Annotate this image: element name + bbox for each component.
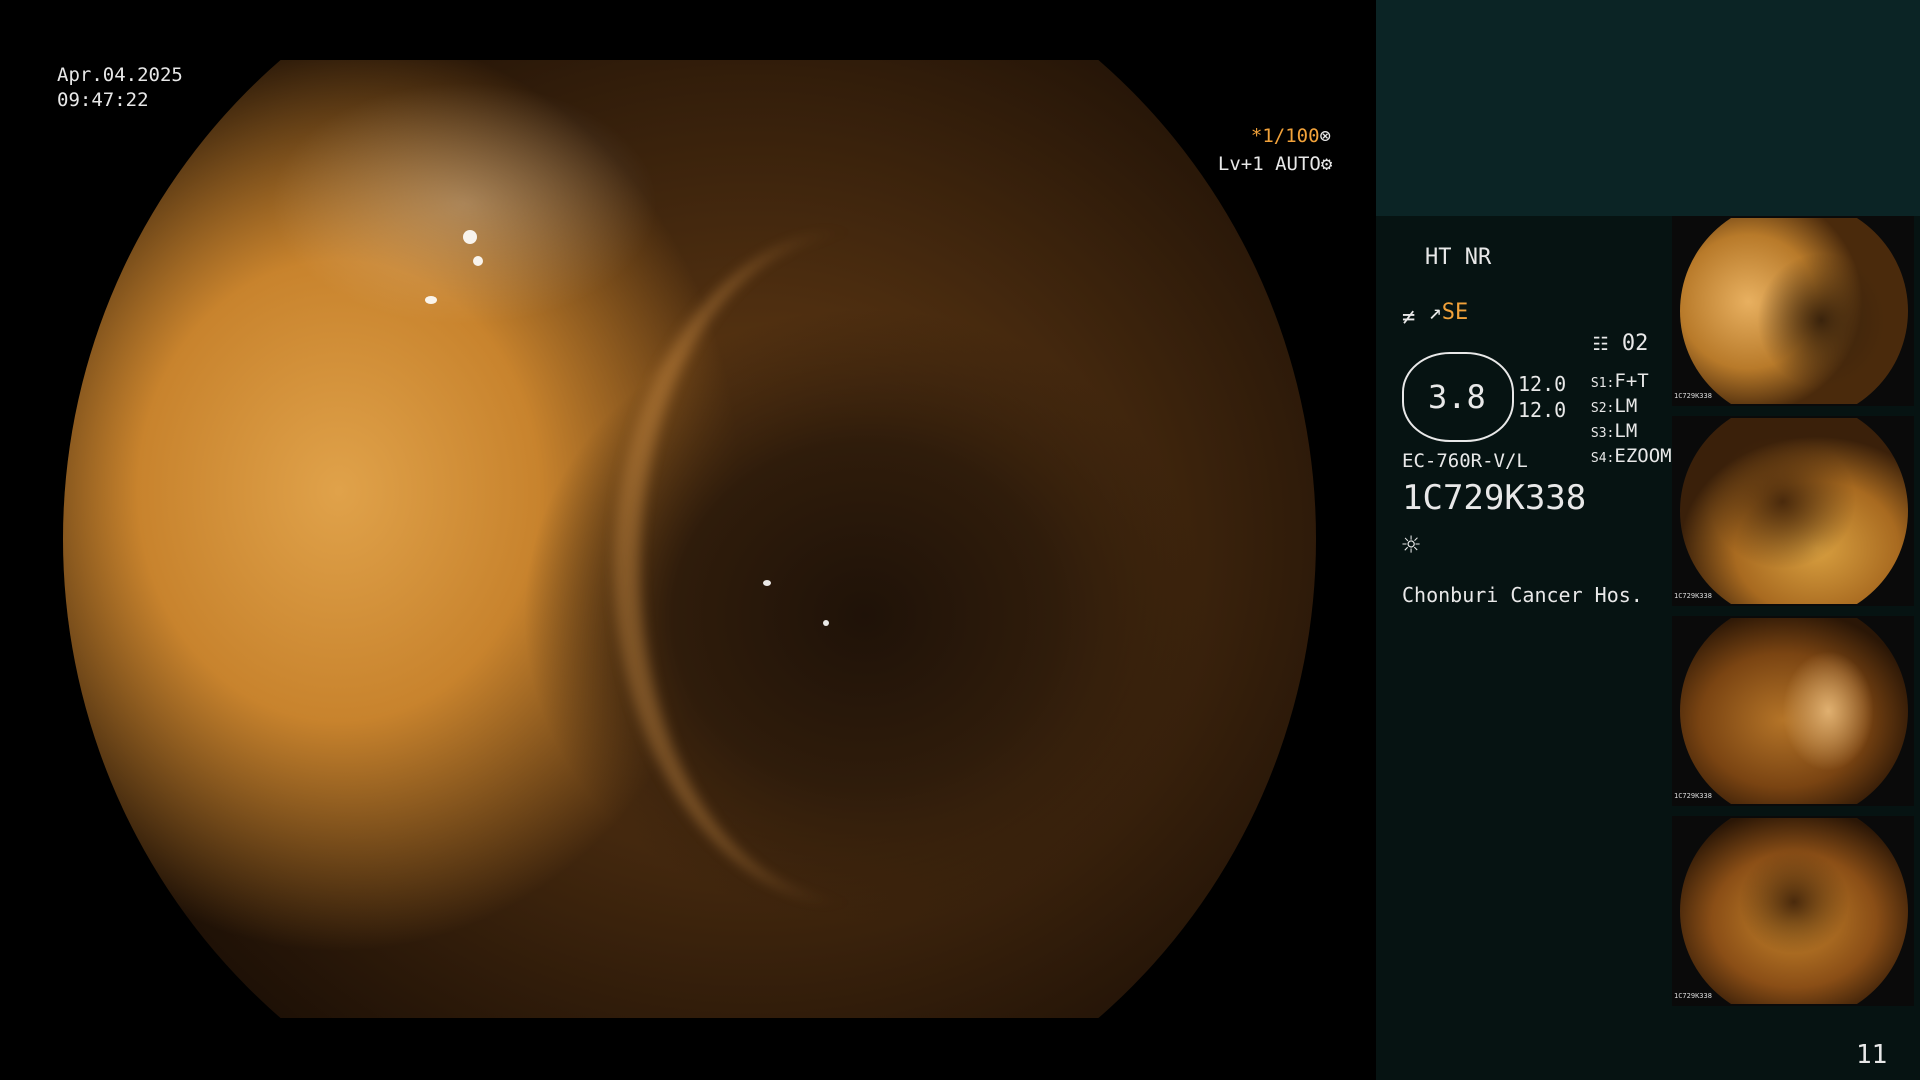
scope-serial: 1C729K338 bbox=[1402, 478, 1587, 518]
glint bbox=[823, 620, 829, 626]
thumbnail-label: 1C729K338 bbox=[1674, 992, 1712, 1000]
glint bbox=[463, 230, 477, 244]
thumbnail[interactable]: 1C729K338 bbox=[1672, 816, 1914, 1006]
level-text: Lv+1 AUTO bbox=[1217, 153, 1321, 175]
endoscope-view bbox=[63, 60, 1316, 1018]
setting-s4: S4:EZOOM bbox=[1568, 423, 1672, 467]
glint bbox=[473, 256, 483, 266]
zoom-value: 3.8 bbox=[1428, 378, 1486, 416]
thumbnail-image bbox=[1680, 218, 1908, 404]
light-icon: ☼ bbox=[1402, 528, 1421, 563]
gear-icon: ⚙ bbox=[1320, 153, 1333, 175]
s4-label: S4: bbox=[1590, 451, 1615, 466]
mucosa-fold bbox=[614, 232, 1091, 904]
thumbnail[interactable]: 1C729K338 bbox=[1672, 616, 1914, 806]
time-label: 09:47:22 bbox=[57, 89, 149, 111]
glint bbox=[763, 580, 771, 586]
thumbnail-label: 1C729K338 bbox=[1674, 392, 1712, 400]
scope-model: EC-760R-V/L bbox=[1402, 450, 1528, 472]
thumbnail[interactable]: 1C729K338 bbox=[1672, 416, 1914, 606]
thumbnail-image bbox=[1680, 818, 1908, 1004]
level-label: Lv+1 AUTO⚙ bbox=[1195, 127, 1332, 177]
page-number: 11 bbox=[1856, 1040, 1888, 1070]
date-label: Apr.04.2025 bbox=[57, 64, 183, 86]
enhance-icon: ↗ bbox=[1428, 300, 1442, 325]
side-top-panel bbox=[1376, 0, 1920, 216]
thumbnail-label: 1C729K338 bbox=[1674, 592, 1712, 600]
s4-value: EZOOM bbox=[1614, 445, 1672, 467]
thumbnail[interactable]: 1C729K338 bbox=[1672, 216, 1914, 406]
structure-icon: ≠ bbox=[1402, 305, 1416, 330]
glint bbox=[425, 296, 437, 304]
value-b: 12.0 bbox=[1518, 398, 1567, 422]
thumbnail-label: 1C729K338 bbox=[1674, 792, 1712, 800]
enhance-text: SE bbox=[1441, 300, 1469, 325]
thumbnail-image bbox=[1680, 618, 1908, 804]
value-a: 12.0 bbox=[1518, 372, 1567, 396]
thumbnail-image bbox=[1680, 418, 1908, 604]
mode-label: HT NR bbox=[1425, 245, 1492, 270]
hospital-name: Chonburi Cancer Hos. bbox=[1402, 583, 1643, 607]
thumbnail-strip: 1C729K338 1C729K338 1C729K338 1C729K338 bbox=[1672, 216, 1920, 1016]
